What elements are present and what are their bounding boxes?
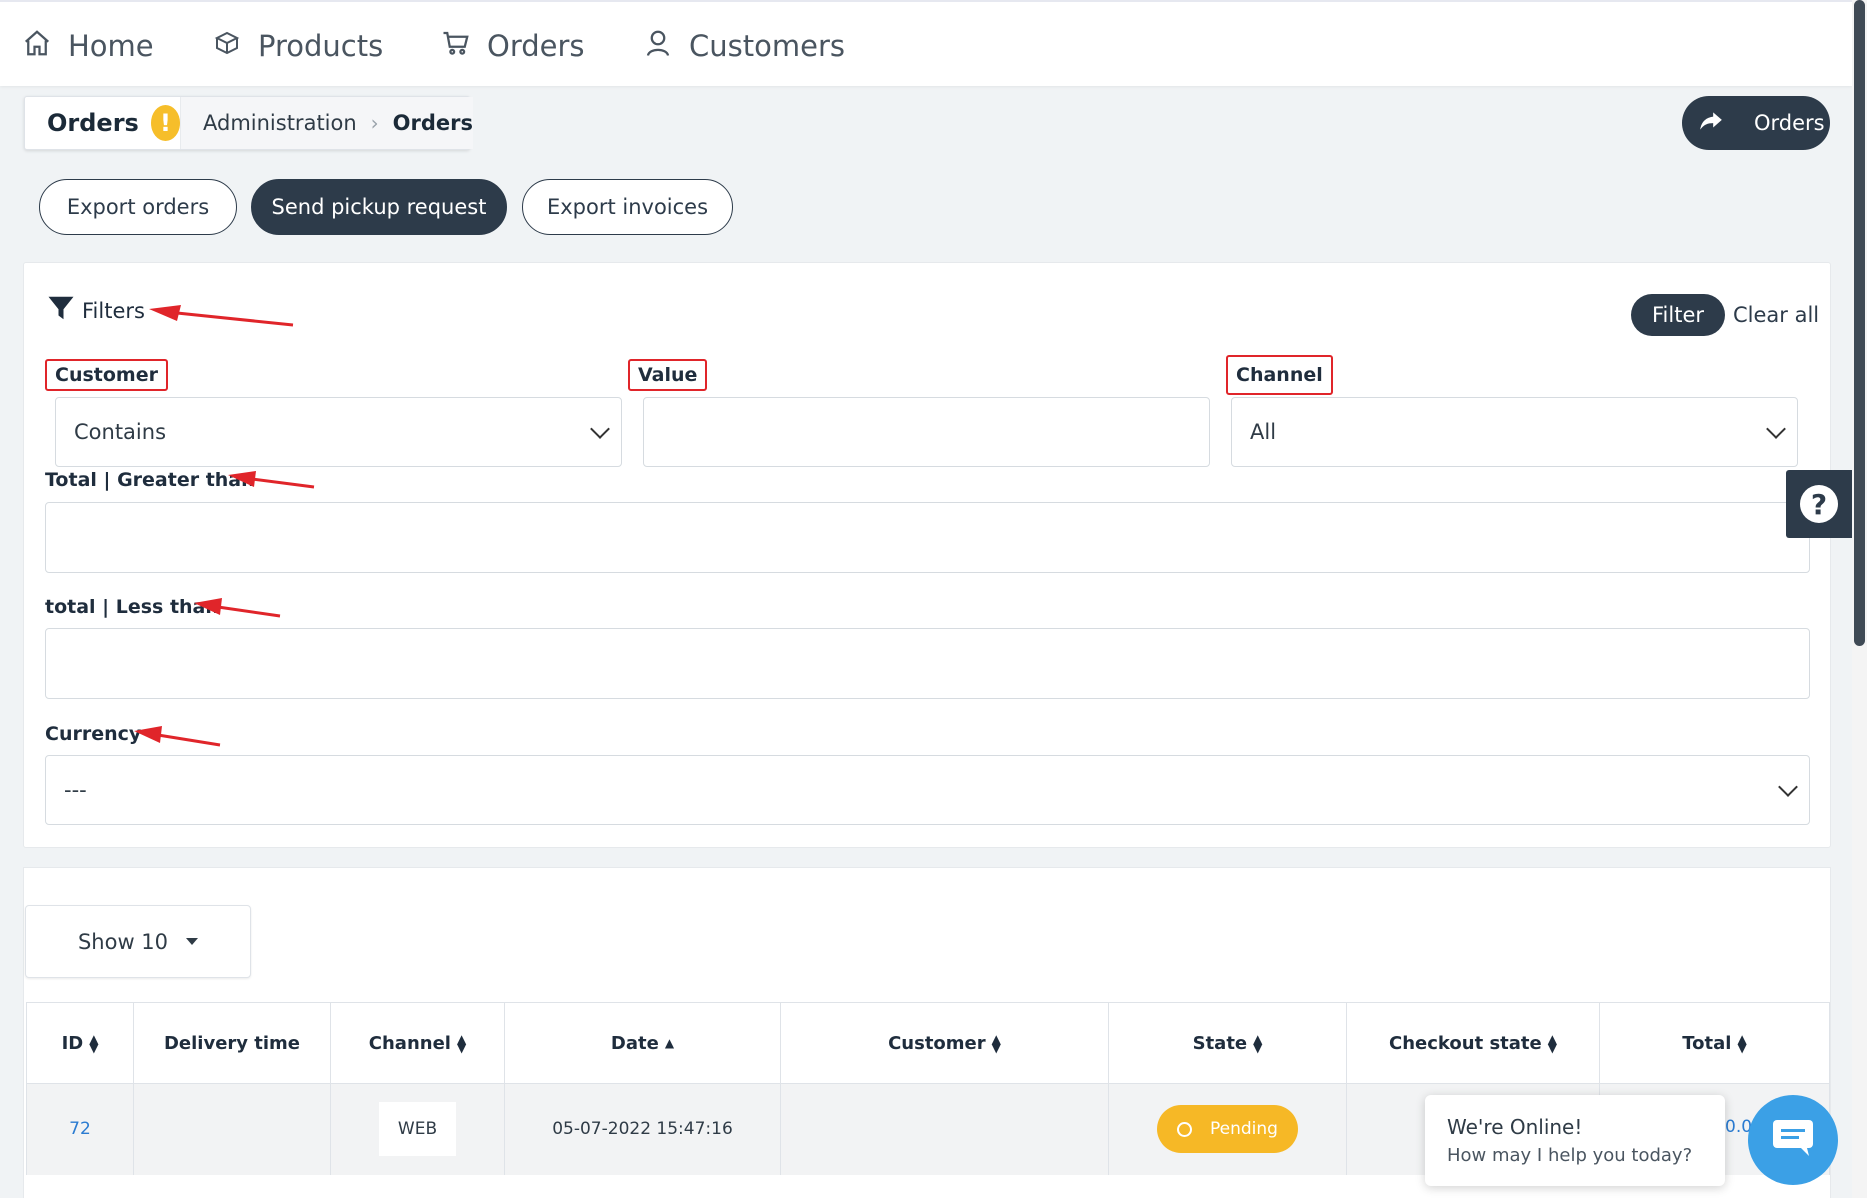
funnel-icon — [46, 293, 76, 328]
chevron-right-icon: › — [370, 111, 379, 135]
currency-select-value: --- — [64, 778, 87, 802]
help-tab[interactable]: ? — [1786, 470, 1852, 538]
page-size-dropdown[interactable]: Show 10 — [25, 905, 251, 978]
home-icon — [22, 28, 52, 65]
nav-products[interactable]: Products — [212, 24, 383, 68]
annotation-arrow-icon — [228, 471, 315, 489]
column-header-checkout-state[interactable]: Checkout state ▲ ▼ — [1346, 1002, 1600, 1084]
orders-link-button[interactable]: Orders — [1682, 96, 1830, 150]
nav-home[interactable]: Home — [22, 24, 154, 68]
cell-delivery-time — [133, 1083, 331, 1175]
annotation-arrow-icon — [149, 305, 294, 327]
breadcrumb-administration[interactable]: Administration — [203, 111, 357, 135]
sort-icon: ▲ ▼ — [1547, 1032, 1557, 1055]
column-header-customer[interactable]: Customer ▲ ▼ — [780, 1002, 1109, 1084]
clock-icon — [1177, 1121, 1193, 1137]
cell-channel: WEB — [330, 1083, 505, 1175]
nav-orders[interactable]: Orders — [441, 24, 585, 68]
orders-link-label: Orders — [1754, 111, 1825, 135]
customer-label: Customer — [45, 359, 168, 391]
channel-label: Channel — [1226, 355, 1333, 395]
currency-label: Currency — [45, 723, 142, 745]
top-navbar: Home Products Orders Customers — [0, 0, 1852, 86]
sort-icon: ▲ ▼ — [456, 1032, 467, 1055]
cell-customer — [780, 1083, 1109, 1175]
annotation-arrow-icon — [194, 598, 281, 618]
filters-heading: Filters — [46, 293, 145, 328]
question-icon: ? — [1800, 485, 1838, 523]
sort-icon: ▲ ▼ — [89, 1032, 99, 1055]
page-size-label: Show 10 — [77, 929, 169, 954]
chat-icon — [1771, 1118, 1815, 1162]
scrollbar-thumb[interactable] — [1854, 0, 1865, 646]
caret-down-icon — [186, 938, 199, 945]
total-less-input[interactable] — [45, 628, 1810, 699]
sort-ascending-icon: ▲ — [664, 1036, 675, 1051]
channel-select-value: All — [1250, 420, 1277, 444]
status-badge-label: Pending — [1210, 1119, 1278, 1140]
chevron-down-icon — [590, 419, 610, 439]
nav-customers[interactable]: Customers — [643, 24, 845, 68]
breadcrumb-current: Orders — [392, 111, 474, 135]
cell-date: 05-07-2022 15:47:16 — [504, 1083, 781, 1175]
breadcrumb-path: Administration › Orders — [181, 97, 474, 149]
column-header-date[interactable]: Date ▲ — [504, 1002, 781, 1084]
chat-greeting-bubble[interactable]: We're Online! How may I help you today? — [1425, 1095, 1725, 1186]
value-label: Value — [628, 359, 708, 391]
column-header-total[interactable]: Total ▲ ▼ — [1599, 1002, 1830, 1084]
total-greater-input[interactable] — [45, 502, 1810, 573]
cell-id[interactable]: 72 — [26, 1083, 134, 1175]
chat-launcher-button[interactable] — [1748, 1095, 1838, 1185]
column-header-id[interactable]: ID ▲ ▼ — [26, 1002, 134, 1084]
total-greater-label: Total | Greater than — [45, 469, 255, 491]
share-arrow-icon — [1698, 108, 1724, 139]
chat-greeting-title: We're Online! — [1447, 1115, 1583, 1139]
page-title: Orders — [47, 109, 139, 137]
sort-icon: ▲ ▼ — [991, 1032, 1001, 1055]
chevron-down-icon — [1778, 777, 1798, 797]
customer-condition-value: Contains — [74, 420, 167, 444]
column-header-channel[interactable]: Channel ▲ ▼ — [330, 1002, 505, 1084]
export-orders-button[interactable]: Export orders — [39, 179, 237, 235]
chat-greeting-subtitle: How may I help you today? — [1447, 1145, 1693, 1166]
send-pickup-request-button[interactable]: Send pickup request — [251, 179, 507, 235]
nav-home-label: Home — [68, 29, 154, 63]
export-invoices-button[interactable]: Export invoices — [522, 179, 733, 235]
filters-title: Filters — [82, 298, 145, 323]
cart-icon — [441, 28, 471, 65]
filters-panel: Filters Filter Clear all Customer Value … — [23, 262, 1831, 848]
nav-products-label: Products — [258, 29, 384, 63]
warning-icon[interactable]: ! — [150, 105, 180, 141]
column-header-state[interactable]: State ▲ ▼ — [1108, 1002, 1347, 1084]
nav-orders-label: Orders — [487, 29, 585, 63]
sort-icon: ▲ ▼ — [1253, 1032, 1263, 1055]
value-input[interactable] — [643, 397, 1210, 467]
currency-select[interactable]: --- — [45, 755, 1810, 825]
customer-condition-select[interactable]: Contains — [55, 397, 622, 467]
sort-icon: ▲ ▼ — [1737, 1032, 1747, 1055]
channel-select[interactable]: All — [1231, 397, 1798, 467]
box-icon — [212, 28, 242, 65]
column-header-delivery-time: Delivery time — [133, 1002, 331, 1084]
chevron-down-icon — [1766, 419, 1786, 439]
channel-badge: WEB — [378, 1102, 457, 1157]
cell-state: Pending — [1108, 1083, 1347, 1175]
clear-all-link[interactable]: Clear all — [1733, 303, 1819, 327]
annotation-arrow-icon — [134, 726, 221, 747]
nav-customers-label: Customers — [689, 29, 845, 63]
page-title-block: Orders ! — [25, 97, 181, 149]
status-badge: Pending — [1157, 1105, 1298, 1154]
user-icon — [643, 28, 673, 65]
breadcrumb: Orders ! Administration › Orders — [24, 96, 474, 150]
order-id-link[interactable]: 72 — [69, 1119, 91, 1139]
filter-button[interactable]: Filter — [1631, 294, 1725, 336]
